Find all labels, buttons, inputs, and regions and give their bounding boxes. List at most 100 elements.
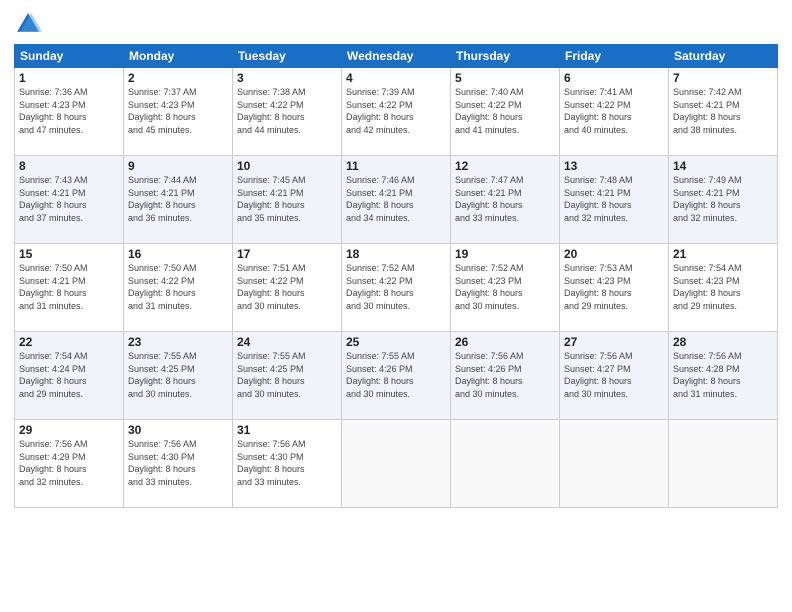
day-info: Sunrise: 7:55 AMSunset: 4:25 PMDaylight:… [128,350,228,400]
day-info: Sunrise: 7:56 AMSunset: 4:26 PMDaylight:… [455,350,555,400]
day-number: 23 [128,335,228,349]
day-number: 20 [564,247,664,261]
page: SundayMondayTuesdayWednesdayThursdayFrid… [0,0,792,612]
day-info: Sunrise: 7:38 AMSunset: 4:22 PMDaylight:… [237,86,337,136]
calendar-cell: 15Sunrise: 7:50 AMSunset: 4:21 PMDayligh… [15,244,124,332]
calendar-cell: 30Sunrise: 7:56 AMSunset: 4:30 PMDayligh… [124,420,233,508]
calendar-cell: 3Sunrise: 7:38 AMSunset: 4:22 PMDaylight… [233,68,342,156]
calendar-cell: 9Sunrise: 7:44 AMSunset: 4:21 PMDaylight… [124,156,233,244]
day-number: 11 [346,159,446,173]
day-info: Sunrise: 7:56 AMSunset: 4:28 PMDaylight:… [673,350,773,400]
day-number: 14 [673,159,773,173]
day-number: 30 [128,423,228,437]
day-info: Sunrise: 7:54 AMSunset: 4:23 PMDaylight:… [673,262,773,312]
day-info: Sunrise: 7:50 AMSunset: 4:21 PMDaylight:… [19,262,119,312]
day-number: 4 [346,71,446,85]
header [14,10,778,38]
calendar-cell: 26Sunrise: 7:56 AMSunset: 4:26 PMDayligh… [451,332,560,420]
day-number: 16 [128,247,228,261]
calendar-cell [669,420,778,508]
calendar-cell: 7Sunrise: 7:42 AMSunset: 4:21 PMDaylight… [669,68,778,156]
day-info: Sunrise: 7:39 AMSunset: 4:22 PMDaylight:… [346,86,446,136]
calendar-cell: 31Sunrise: 7:56 AMSunset: 4:30 PMDayligh… [233,420,342,508]
day-number: 5 [455,71,555,85]
header-cell-wednesday: Wednesday [342,45,451,68]
day-info: Sunrise: 7:45 AMSunset: 4:21 PMDaylight:… [237,174,337,224]
day-number: 25 [346,335,446,349]
header-cell-monday: Monday [124,45,233,68]
calendar-cell: 11Sunrise: 7:46 AMSunset: 4:21 PMDayligh… [342,156,451,244]
day-number: 15 [19,247,119,261]
calendar-table: SundayMondayTuesdayWednesdayThursdayFrid… [14,44,778,508]
day-info: Sunrise: 7:47 AMSunset: 4:21 PMDaylight:… [455,174,555,224]
calendar-cell: 29Sunrise: 7:56 AMSunset: 4:29 PMDayligh… [15,420,124,508]
day-number: 28 [673,335,773,349]
calendar-cell: 8Sunrise: 7:43 AMSunset: 4:21 PMDaylight… [15,156,124,244]
day-info: Sunrise: 7:46 AMSunset: 4:21 PMDaylight:… [346,174,446,224]
day-number: 3 [237,71,337,85]
calendar-cell: 6Sunrise: 7:41 AMSunset: 4:22 PMDaylight… [560,68,669,156]
calendar-cell: 4Sunrise: 7:39 AMSunset: 4:22 PMDaylight… [342,68,451,156]
day-number: 12 [455,159,555,173]
week-row-5: 29Sunrise: 7:56 AMSunset: 4:29 PMDayligh… [15,420,778,508]
day-info: Sunrise: 7:56 AMSunset: 4:29 PMDaylight:… [19,438,119,488]
logo-icon [14,10,42,38]
day-info: Sunrise: 7:53 AMSunset: 4:23 PMDaylight:… [564,262,664,312]
day-info: Sunrise: 7:44 AMSunset: 4:21 PMDaylight:… [128,174,228,224]
day-info: Sunrise: 7:52 AMSunset: 4:23 PMDaylight:… [455,262,555,312]
week-row-1: 1Sunrise: 7:36 AMSunset: 4:23 PMDaylight… [15,68,778,156]
header-cell-friday: Friday [560,45,669,68]
day-number: 18 [346,247,446,261]
week-row-4: 22Sunrise: 7:54 AMSunset: 4:24 PMDayligh… [15,332,778,420]
header-cell-sunday: Sunday [15,45,124,68]
day-info: Sunrise: 7:37 AMSunset: 4:23 PMDaylight:… [128,86,228,136]
day-number: 7 [673,71,773,85]
calendar-cell [560,420,669,508]
calendar-cell: 21Sunrise: 7:54 AMSunset: 4:23 PMDayligh… [669,244,778,332]
day-number: 8 [19,159,119,173]
day-number: 10 [237,159,337,173]
calendar-cell: 22Sunrise: 7:54 AMSunset: 4:24 PMDayligh… [15,332,124,420]
day-info: Sunrise: 7:55 AMSunset: 4:26 PMDaylight:… [346,350,446,400]
day-number: 26 [455,335,555,349]
day-number: 17 [237,247,337,261]
calendar-cell: 13Sunrise: 7:48 AMSunset: 4:21 PMDayligh… [560,156,669,244]
day-info: Sunrise: 7:43 AMSunset: 4:21 PMDaylight:… [19,174,119,224]
calendar-cell: 2Sunrise: 7:37 AMSunset: 4:23 PMDaylight… [124,68,233,156]
calendar-cell: 14Sunrise: 7:49 AMSunset: 4:21 PMDayligh… [669,156,778,244]
day-number: 31 [237,423,337,437]
day-number: 2 [128,71,228,85]
calendar-cell: 20Sunrise: 7:53 AMSunset: 4:23 PMDayligh… [560,244,669,332]
week-row-3: 15Sunrise: 7:50 AMSunset: 4:21 PMDayligh… [15,244,778,332]
calendar-cell: 28Sunrise: 7:56 AMSunset: 4:28 PMDayligh… [669,332,778,420]
day-info: Sunrise: 7:55 AMSunset: 4:25 PMDaylight:… [237,350,337,400]
calendar-cell: 5Sunrise: 7:40 AMSunset: 4:22 PMDaylight… [451,68,560,156]
header-cell-saturday: Saturday [669,45,778,68]
day-number: 6 [564,71,664,85]
day-number: 24 [237,335,337,349]
day-number: 9 [128,159,228,173]
calendar-cell: 16Sunrise: 7:50 AMSunset: 4:22 PMDayligh… [124,244,233,332]
calendar-cell: 1Sunrise: 7:36 AMSunset: 4:23 PMDaylight… [15,68,124,156]
day-info: Sunrise: 7:41 AMSunset: 4:22 PMDaylight:… [564,86,664,136]
day-number: 19 [455,247,555,261]
day-info: Sunrise: 7:56 AMSunset: 4:30 PMDaylight:… [237,438,337,488]
day-info: Sunrise: 7:56 AMSunset: 4:27 PMDaylight:… [564,350,664,400]
day-number: 29 [19,423,119,437]
calendar-cell: 12Sunrise: 7:47 AMSunset: 4:21 PMDayligh… [451,156,560,244]
day-number: 13 [564,159,664,173]
day-info: Sunrise: 7:50 AMSunset: 4:22 PMDaylight:… [128,262,228,312]
day-info: Sunrise: 7:48 AMSunset: 4:21 PMDaylight:… [564,174,664,224]
calendar-header: SundayMondayTuesdayWednesdayThursdayFrid… [15,45,778,68]
day-info: Sunrise: 7:56 AMSunset: 4:30 PMDaylight:… [128,438,228,488]
header-cell-thursday: Thursday [451,45,560,68]
day-info: Sunrise: 7:40 AMSunset: 4:22 PMDaylight:… [455,86,555,136]
week-row-2: 8Sunrise: 7:43 AMSunset: 4:21 PMDaylight… [15,156,778,244]
day-info: Sunrise: 7:49 AMSunset: 4:21 PMDaylight:… [673,174,773,224]
calendar-cell: 10Sunrise: 7:45 AMSunset: 4:21 PMDayligh… [233,156,342,244]
day-number: 27 [564,335,664,349]
calendar-cell: 17Sunrise: 7:51 AMSunset: 4:22 PMDayligh… [233,244,342,332]
calendar-cell: 27Sunrise: 7:56 AMSunset: 4:27 PMDayligh… [560,332,669,420]
calendar-cell: 23Sunrise: 7:55 AMSunset: 4:25 PMDayligh… [124,332,233,420]
header-cell-tuesday: Tuesday [233,45,342,68]
